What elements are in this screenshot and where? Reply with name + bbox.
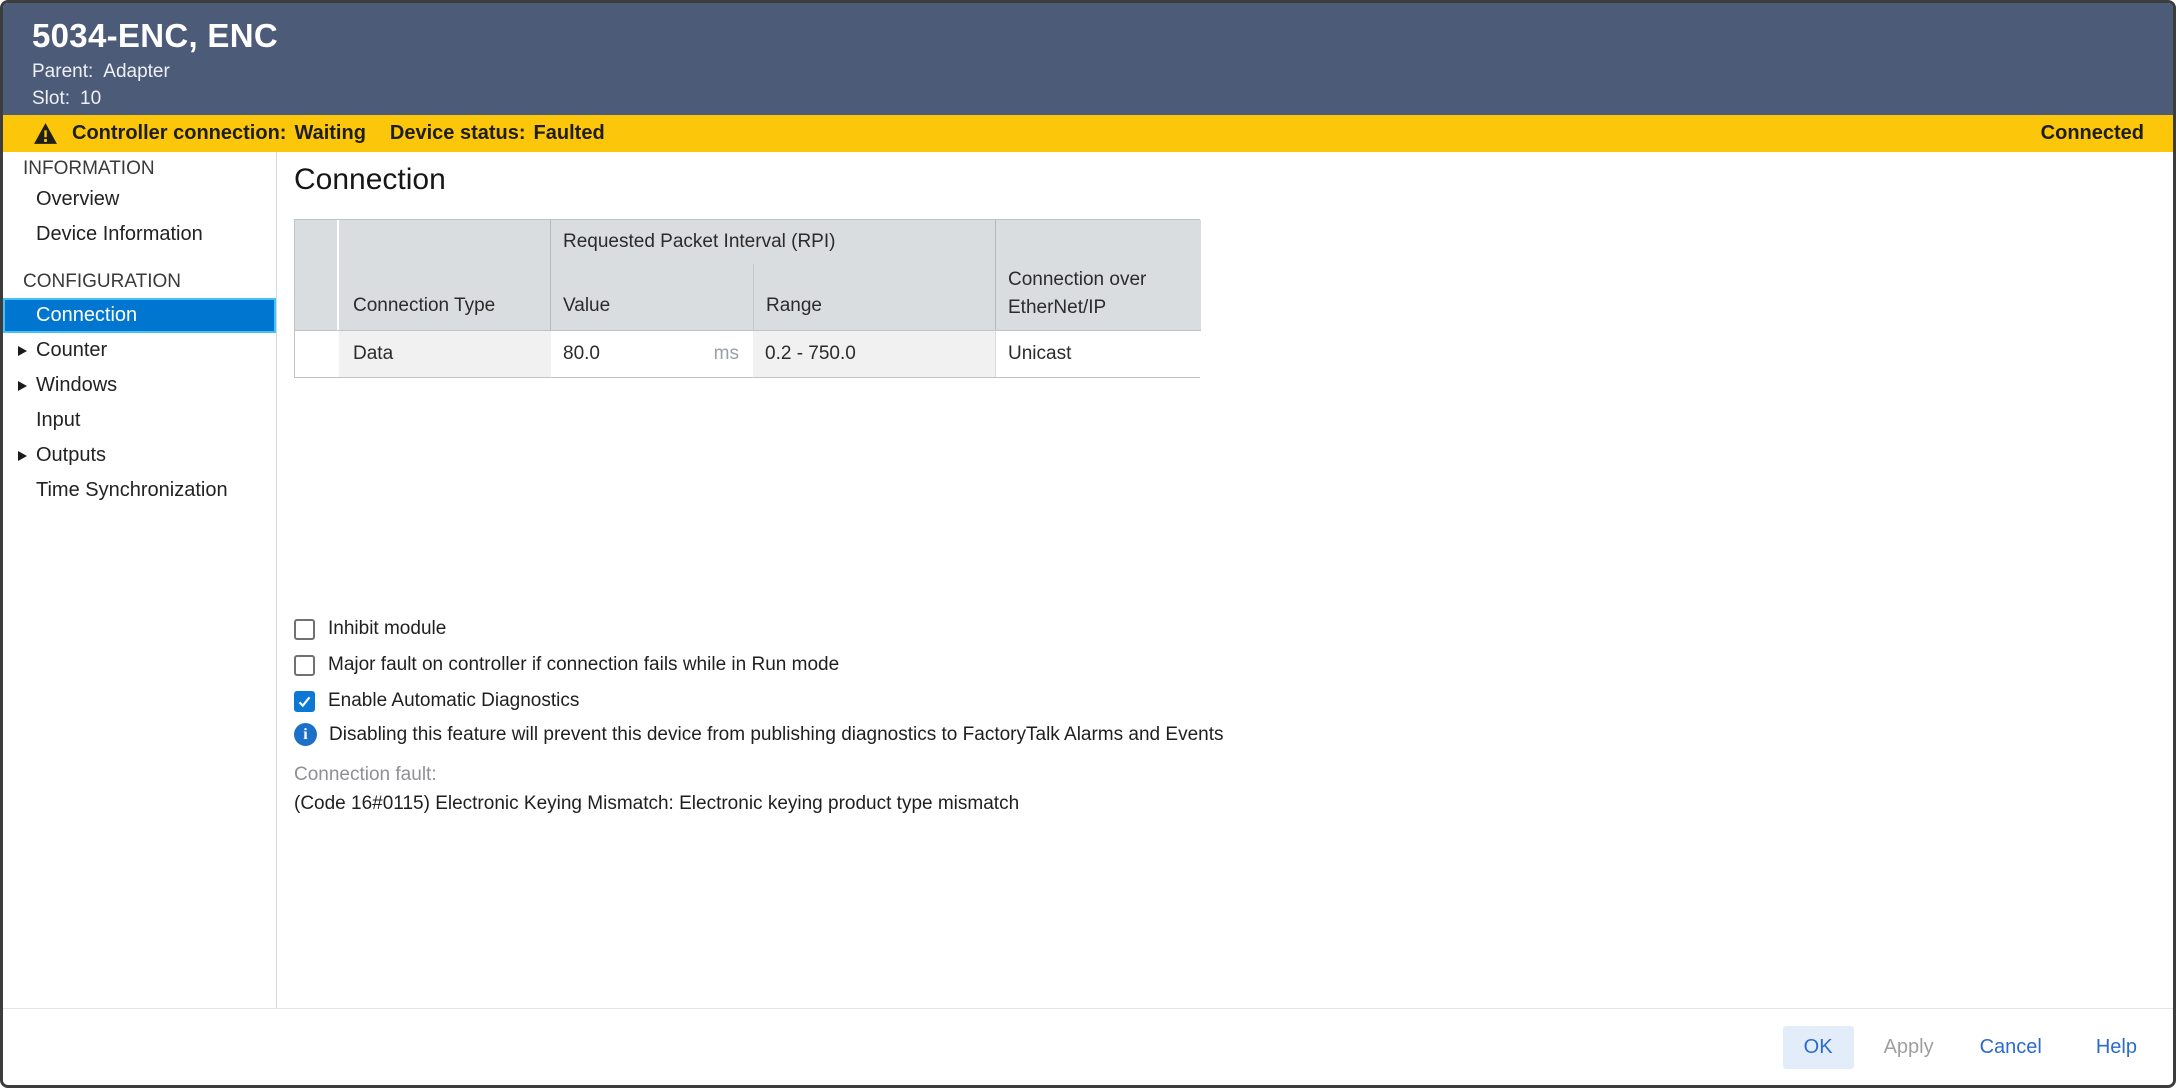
slot-value: 10 [80, 88, 101, 109]
diagnostics-info-row: i Disabling this feature will prevent th… [294, 723, 1223, 746]
table-header-rpi: Requested Packet Interval (RPI) [551, 220, 995, 264]
connection-status-badge: Connected [2041, 122, 2144, 145]
info-note-text: Disabling this feature will prevent this… [329, 724, 1223, 746]
footer-button-bar: OK Apply Cancel Help [3, 1008, 2173, 1085]
sidebar-item-label: Outputs [36, 444, 106, 467]
table-cell-connection-type: Data [339, 330, 551, 377]
table-cell-range: 0.2 - 750.0 [753, 330, 995, 377]
rpi-unit: ms [714, 343, 739, 365]
page-title: 5034-ENC, ENC [32, 17, 2173, 55]
warning-icon [33, 122, 58, 145]
controller-connection-label: Controller connection: [72, 122, 286, 145]
rpi-value-input[interactable]: 80.0 ms [551, 330, 753, 377]
table-row-selector-cell[interactable] [295, 330, 339, 377]
sidebar-item-overview[interactable]: Overview [3, 182, 276, 217]
parent-row: Parent: Adapter [32, 62, 2173, 82]
table-header-range: Range [753, 264, 995, 330]
sidebar-item-windows[interactable]: Windows [3, 368, 276, 403]
rpi-value: 80.0 [563, 343, 600, 365]
table-header-connection-type: Connection Type [339, 220, 551, 330]
device-status-value: Faulted [534, 122, 605, 145]
enable-automatic-diagnostics-row[interactable]: Enable Automatic Diagnostics [294, 690, 839, 712]
table-header-empty [295, 220, 339, 330]
header: 5034-ENC, ENC Parent: Adapter Slot: 10 [3, 3, 2173, 115]
connection-fault-label: Connection fault: [294, 764, 437, 786]
sidebar-item-connection[interactable]: Connection [3, 298, 276, 333]
ok-button[interactable]: OK [1783, 1026, 1854, 1069]
status-bar: Controller connection: Waiting Device st… [3, 115, 2173, 152]
enable-automatic-diagnostics-checkbox[interactable] [294, 691, 315, 712]
table-header-value: Value [551, 264, 753, 330]
section-heading: Connection [294, 163, 446, 197]
parent-value: Adapter [103, 61, 170, 82]
sidebar-item-label: Connection [36, 304, 137, 327]
sidebar-item-label: Time Synchronization [36, 479, 228, 502]
inhibit-module-checkbox[interactable] [294, 619, 315, 640]
sidebar: INFORMATION Overview Device Information … [3, 152, 277, 1008]
connection-table: Connection Type Requested Packet Interva… [294, 219, 1200, 378]
expand-arrow-icon[interactable] [18, 381, 27, 391]
device-status-label: Device status: [390, 122, 526, 145]
inhibit-module-row[interactable]: Inhibit module [294, 618, 839, 640]
connection-over-ethernet-select[interactable]: Unicast [995, 330, 1201, 377]
sidebar-item-time-synchronization[interactable]: Time Synchronization [3, 473, 276, 508]
main-content: Connection Connection Type Requested Pac… [277, 152, 2173, 1008]
expand-arrow-icon[interactable] [18, 346, 27, 356]
connection-fault-value: (Code 16#0115) Electronic Keying Mismatc… [294, 793, 1019, 815]
sidebar-section-configuration: CONFIGURATION [3, 266, 276, 298]
cancel-button[interactable]: Cancel [1980, 1036, 2042, 1059]
expand-arrow-icon[interactable] [18, 451, 27, 461]
apply-button[interactable]: Apply [1884, 1036, 1934, 1059]
checkbox-label: Major fault on controller if connection … [328, 654, 839, 676]
checkbox-group: Inhibit module Major fault on controller… [294, 618, 839, 726]
sidebar-item-counter[interactable]: Counter [3, 333, 276, 368]
sidebar-item-outputs[interactable]: Outputs [3, 438, 276, 473]
sidebar-item-label: Counter [36, 339, 107, 362]
major-fault-row[interactable]: Major fault on controller if connection … [294, 654, 839, 676]
major-fault-checkbox[interactable] [294, 655, 315, 676]
module-properties-window: 5034-ENC, ENC Parent: Adapter Slot: 10 Con… [0, 0, 2176, 1088]
sidebar-item-input[interactable]: Input [3, 403, 276, 438]
slot-row: Slot: 10 [32, 89, 2173, 109]
slot-label: Slot: [32, 88, 70, 109]
sidebar-section-information: INFORMATION [3, 156, 276, 182]
sidebar-item-device-information[interactable]: Device Information [3, 217, 276, 252]
parent-label: Parent: [32, 61, 93, 82]
help-button[interactable]: Help [2096, 1036, 2137, 1059]
sidebar-item-label: Input [36, 409, 80, 432]
checkbox-label: Enable Automatic Diagnostics [328, 690, 579, 712]
table-header-connection-over-ethernet: Connection over EtherNet/IP [995, 220, 1201, 330]
checkbox-label: Inhibit module [328, 618, 446, 640]
controller-connection-value: Waiting [294, 122, 365, 145]
info-icon: i [294, 723, 317, 746]
sidebar-item-label: Windows [36, 374, 117, 397]
